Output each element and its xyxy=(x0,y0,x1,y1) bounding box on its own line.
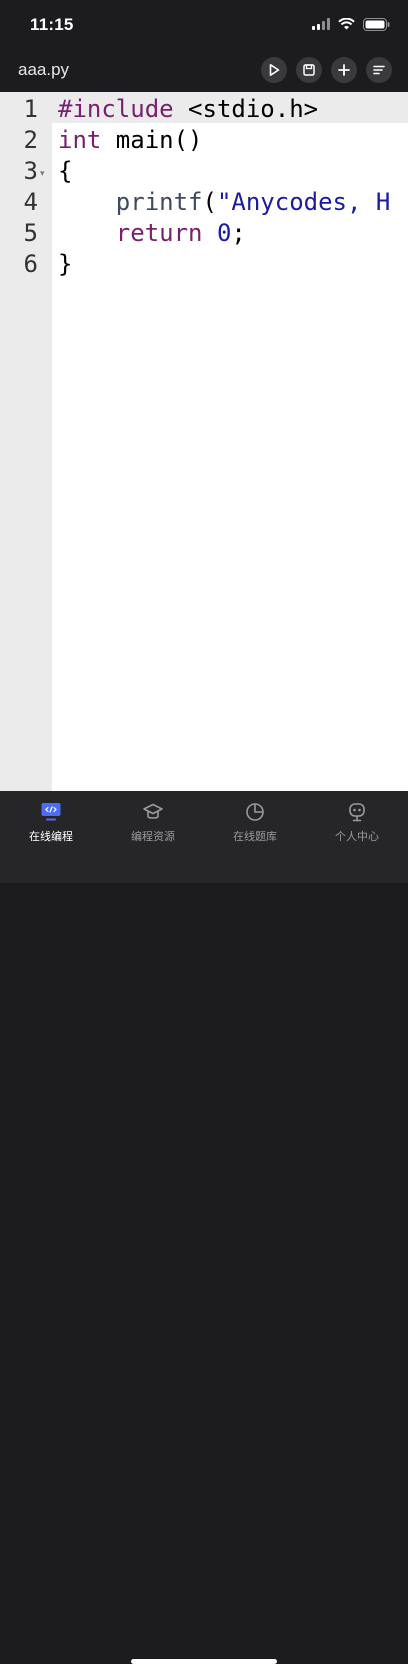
code-token: ( xyxy=(202,188,217,216)
add-button[interactable] xyxy=(331,57,357,83)
code-token: { xyxy=(58,157,73,185)
code-token: "Anycodes, H xyxy=(216,188,391,216)
cellular-signal-icon xyxy=(312,18,330,30)
code-token: ; xyxy=(231,219,246,247)
code-line[interactable]: 2 int main() xyxy=(0,123,408,154)
tab-coding-resources[interactable]: 编程资源 xyxy=(102,801,204,844)
file-title: aaa.py xyxy=(18,60,70,79)
code-line[interactable]: 5 return 0; xyxy=(0,216,408,247)
editor-header: aaa.py xyxy=(0,52,408,92)
tab-label: 在线题库 xyxy=(233,831,277,843)
line-number: 1 xyxy=(23,95,38,123)
tab-label: 个人中心 xyxy=(335,831,379,843)
code-editor[interactable]: 1 #include <stdio.h> 2 int main() 3 ▾ {4 print… xyxy=(0,92,408,791)
tab-online-coding[interactable]: 在线编程 xyxy=(0,801,102,844)
home-indicator xyxy=(131,1659,277,1664)
code-line[interactable]: 3 ▾ { xyxy=(0,154,408,185)
fold-arrow-icon[interactable]: ▾ xyxy=(40,168,45,179)
status-icons xyxy=(312,17,390,31)
code-text: printf("Anycodes, H xyxy=(58,188,391,216)
line-number: 5 xyxy=(23,219,38,247)
line-number: 6 xyxy=(23,250,38,278)
code-monitor-icon xyxy=(41,803,61,821)
code-line[interactable]: 1 #include <stdio.h> xyxy=(0,92,408,123)
bottom-tab-bar: 在线编程 编程资源 在线题库 个人中心 xyxy=(0,791,408,1664)
tab-label: 在线编程 xyxy=(29,831,73,843)
code-text: return 0; xyxy=(58,219,246,247)
line-number: 4 xyxy=(23,188,38,216)
status-bar: 11:15 xyxy=(0,0,408,52)
code-token: <stdio.h> xyxy=(173,95,319,123)
play-icon xyxy=(269,64,280,76)
toolbar xyxy=(261,57,392,83)
code-token: printf xyxy=(115,188,203,216)
line-number: 3 xyxy=(23,157,38,185)
wifi-icon xyxy=(338,18,355,30)
save-button[interactable] xyxy=(296,57,322,83)
line-number: 2 xyxy=(23,126,38,154)
save-icon xyxy=(303,64,315,76)
menu-button[interactable] xyxy=(366,57,392,83)
plus-icon xyxy=(338,64,350,76)
status-time: 11:15 xyxy=(30,15,74,34)
code-token: int xyxy=(58,126,102,154)
code-line[interactable]: 6} xyxy=(0,247,408,278)
code-token: #include xyxy=(58,95,174,123)
code-token: } xyxy=(58,250,73,278)
code-text: int main() xyxy=(58,126,203,154)
robot-face-icon xyxy=(349,803,365,822)
code-token: 0 xyxy=(216,219,232,247)
code-text: } xyxy=(58,250,72,278)
menu-lines-icon xyxy=(373,65,385,75)
code-token: return xyxy=(115,219,203,247)
run-button[interactable] xyxy=(261,57,287,83)
tab-label: 编程资源 xyxy=(131,831,175,843)
code-line[interactable]: 4 printf("Anycodes, H xyxy=(0,185,408,216)
code-text: #include <stdio.h> xyxy=(58,95,318,123)
battery-icon xyxy=(363,17,390,31)
tab-personal-center[interactable]: 个人中心 xyxy=(306,801,408,844)
code-token: main() xyxy=(101,126,203,154)
tab-question-bank[interactable]: 在线题库 xyxy=(204,801,306,844)
graduation-cap-icon xyxy=(143,803,163,819)
code-text: { xyxy=(58,157,72,185)
pie-chart-icon xyxy=(246,803,264,821)
